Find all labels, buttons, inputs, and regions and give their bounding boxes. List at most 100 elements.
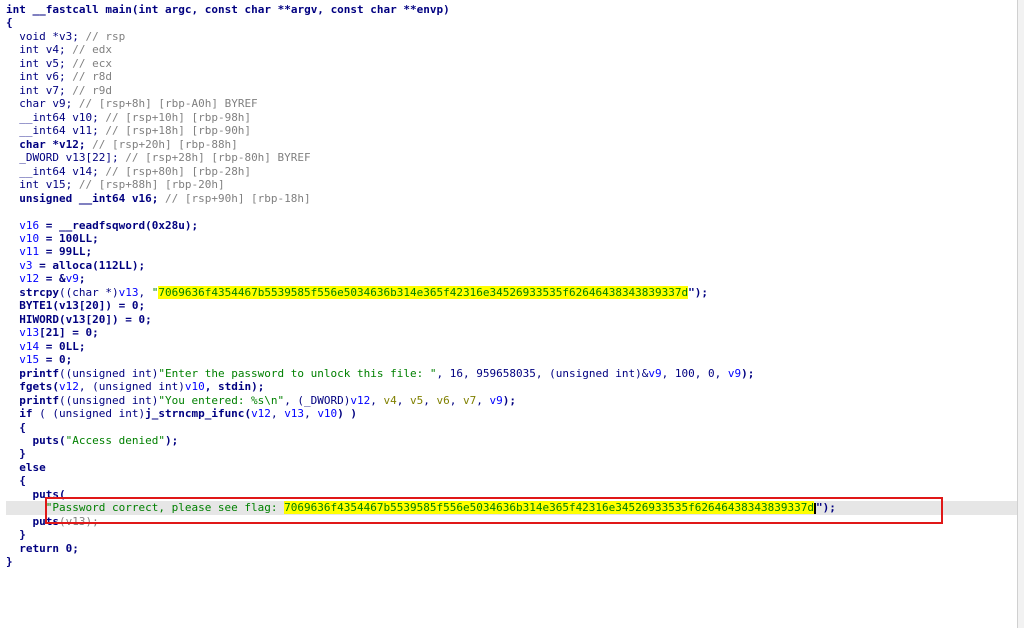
var-v4[interactable]: v4 <box>384 394 397 407</box>
decl-name[interactable]: v4; <box>39 43 72 56</box>
else-line: else <box>6 461 1024 474</box>
declaration-line[interactable]: __int64 v10; // [rsp+10h] [rbp-98h] <box>6 111 1024 124</box>
code-line[interactable]: BYTE1(v13[20]) = 0; <box>6 299 1024 312</box>
kw-if: if <box>19 407 33 421</box>
puts-line[interactable]: puts(v13); <box>6 515 1024 528</box>
decl-name[interactable]: *v3; <box>46 30 86 43</box>
var-v13[interactable]: v13 <box>284 407 304 420</box>
var-v10[interactable]: v10 <box>185 380 205 393</box>
declaration-line[interactable]: _DWORD v13[22]; // [rsp+28h] [rbp-80h] B… <box>6 151 1024 164</box>
function-signature[interactable]: int __fastcall main(int argc, const char… <box>6 3 1024 16</box>
var-v9[interactable]: v9 <box>490 394 503 407</box>
fn-puts[interactable]: puts <box>33 488 60 501</box>
declaration-line[interactable]: char *v12; // [rsp+20h] [rbp-88h] <box>6 138 1024 151</box>
var-v10[interactable]: v10 <box>317 407 337 420</box>
declaration-line[interactable]: int v4; // edx <box>6 43 1024 56</box>
var-v13[interactable]: v13 <box>19 326 39 339</box>
decl-type: int <box>19 43 40 57</box>
var-v6[interactable]: v6 <box>437 394 450 407</box>
code-line[interactable]: v11 = 99LL; <box>6 245 1024 258</box>
decl-name[interactable]: v10; <box>66 111 106 124</box>
declaration-line[interactable]: void *v3; // rsp <box>6 30 1024 43</box>
fn-puts[interactable]: puts <box>33 515 60 528</box>
format-string[interactable]: "You entered: %s\n" <box>158 394 284 407</box>
puts-line[interactable]: puts("Access denied"); <box>6 434 1024 447</box>
var-v12[interactable]: v12 <box>19 272 39 285</box>
strcpy-line[interactable]: strcpy((char *)v13, "7069636f4354467b553… <box>6 285 1024 299</box>
var-v9[interactable]: v9 <box>66 272 79 285</box>
flag-hex-string[interactable]: 7069636f4354467b5539585f556e5034636b314e… <box>158 285 689 299</box>
return-type: int <box>6 3 26 16</box>
var-v7[interactable]: v7 <box>463 394 476 407</box>
var-v14[interactable]: v14 <box>19 340 39 353</box>
declaration-line[interactable]: __int64 v11; // [rsp+18h] [rbp-90h] <box>6 124 1024 137</box>
fn-strncmp[interactable]: j_strncmp_ifunc <box>145 407 244 420</box>
pseudocode-view[interactable]: int __fastcall main(int argc, const char… <box>6 3 1024 569</box>
decl-comment: // [rsp+88h] [rbp-20h] <box>78 178 225 192</box>
declaration-line[interactable]: int v7; // r9d <box>6 84 1024 97</box>
decl-comment: // [rsp+80h] [rbp-28h] <box>105 164 252 178</box>
var-v10[interactable]: v10 <box>19 232 39 245</box>
var-v11[interactable]: v11 <box>19 245 39 258</box>
flag-hex-string[interactable]: 7069636f4354467b5539585f556e5034636b314e… <box>284 501 808 515</box>
macro-hiword[interactable]: HIWORD <box>19 313 59 326</box>
fn-fgets[interactable]: fgets <box>19 380 52 393</box>
var-v5[interactable]: v5 <box>410 394 423 407</box>
decl-type: __int64 <box>19 110 66 124</box>
decl-name[interactable]: v6; <box>39 70 72 83</box>
code-line[interactable]: v10 = 100LL; <box>6 232 1024 245</box>
macro-byte1[interactable]: BYTE1 <box>19 299 52 312</box>
var-v16[interactable]: v16 <box>19 219 39 232</box>
var-v12[interactable]: v12 <box>251 407 271 420</box>
var-v13[interactable]: v13 <box>119 286 139 299</box>
code-line[interactable]: v12 = &v9; <box>6 272 1024 285</box>
local-declarations: void *v3; // rsp int v4; // edx int v5; … <box>6 30 1024 205</box>
code-line[interactable]: v13[21] = 0; <box>6 326 1024 339</box>
decl-name[interactable]: v7; <box>39 84 72 97</box>
var-v9[interactable]: v9 <box>728 367 741 380</box>
function-name[interactable]: main( <box>99 3 138 16</box>
fn-puts[interactable]: puts <box>33 434 60 447</box>
prompt-string[interactable]: "Enter the password to unlock this file:… <box>158 367 436 380</box>
code-line[interactable]: v15 = 0; <box>6 353 1024 366</box>
var-v12[interactable]: v12 <box>59 380 79 393</box>
var-v9[interactable]: v9 <box>648 367 661 380</box>
fn-strcpy[interactable]: strcpy <box>19 286 59 299</box>
decl-name[interactable]: v11; <box>66 124 106 137</box>
decl-name[interactable]: v15; <box>39 178 79 191</box>
declaration-line[interactable]: int v5; // ecx <box>6 57 1024 70</box>
var-v3[interactable]: v3 <box>19 259 32 272</box>
declaration-line[interactable]: int v6; // r8d <box>6 70 1024 83</box>
decl-name[interactable]: v16; <box>125 192 165 205</box>
decl-name[interactable]: v9; <box>46 97 79 110</box>
decl-type: __int64 <box>19 164 66 178</box>
code-line[interactable]: v16 = __readfsqword(0x28u); <box>6 219 1024 232</box>
decl-name[interactable]: v13[22]; <box>59 151 125 164</box>
decl-name[interactable]: *v12; <box>46 138 92 151</box>
decl-name[interactable]: v14; <box>66 165 106 178</box>
declaration-line[interactable]: char v9; // [rsp+8h] [rbp-A0h] BYREF <box>6 97 1024 110</box>
fgets-line[interactable]: fgets(v12, (unsigned int)v10, stdin); <box>6 380 1024 393</box>
var-v12[interactable]: v12 <box>350 394 370 407</box>
printf-line[interactable]: printf((unsigned int)"You entered: %s\n"… <box>6 394 1024 407</box>
code-line[interactable]: v14 = 0LL; <box>6 340 1024 353</box>
fn-printf[interactable]: printf <box>19 394 59 407</box>
decl-name[interactable]: v5; <box>39 57 72 70</box>
param-envp[interactable]: **envp) <box>397 3 449 16</box>
denied-string[interactable]: "Access denied" <box>66 434 165 447</box>
var-v15[interactable]: v15 <box>19 353 39 366</box>
declaration-line[interactable]: int v15; // [rsp+88h] [rbp-20h] <box>6 178 1024 191</box>
current-line-flag[interactable]: "Password correct, please see flag: 7069… <box>6 501 1024 515</box>
param-argc[interactable]: argc, <box>158 3 204 16</box>
declaration-line[interactable]: unsigned __int64 v16; // [rsp+90h] [rbp-… <box>6 192 1024 205</box>
fn-printf[interactable]: printf <box>19 367 59 380</box>
correct-string[interactable]: "Password correct, please see flag: <box>46 501 284 514</box>
declaration-line[interactable]: __int64 v14; // [rsp+80h] [rbp-28h] <box>6 165 1024 178</box>
param-argv[interactable]: **argv, <box>271 3 331 16</box>
puts-line[interactable]: puts( <box>6 488 1024 501</box>
if-line[interactable]: if ( (unsigned int)j_strncmp_ifunc(v12, … <box>6 407 1024 420</box>
vertical-scrollbar[interactable] <box>1017 0 1024 628</box>
printf-line[interactable]: printf((unsigned int)"Enter the password… <box>6 367 1024 380</box>
code-line[interactable]: HIWORD(v13[20]) = 0; <box>6 313 1024 326</box>
code-line[interactable]: v3 = alloca(112LL); <box>6 259 1024 272</box>
